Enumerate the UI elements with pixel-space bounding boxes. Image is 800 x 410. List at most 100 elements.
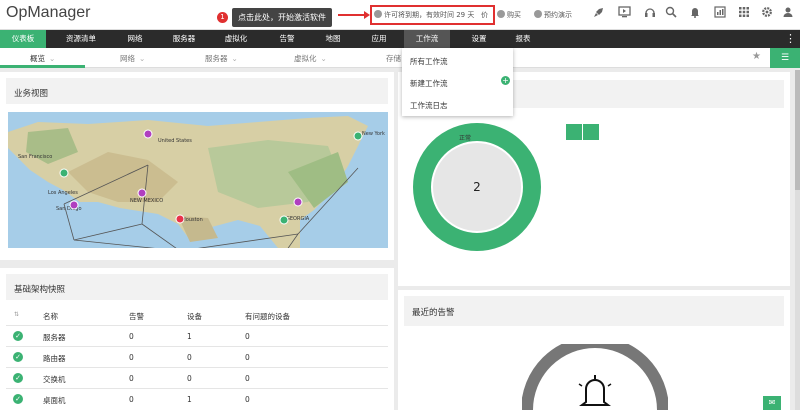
add-workflow-icon[interactable]: + [501, 76, 510, 85]
map-node-florida[interactable] [279, 215, 289, 225]
table-row[interactable]: ✓ 交换机 0 0 0 [6, 368, 388, 389]
alarm-bell-icon [578, 375, 612, 406]
cell-alarms: 0 [129, 395, 134, 404]
gear-icon[interactable] [759, 6, 775, 22]
infra-snapshot-title: 基础架构快照 [14, 285, 66, 295]
cell-alarms: 0 [129, 353, 134, 362]
star-icon[interactable]: ★ [752, 51, 761, 62]
business-view-panel: 业务视图 United States San Francisco Los Ang… [0, 72, 394, 260]
cell-name[interactable]: 服务器 [43, 332, 66, 343]
nav-more-icon[interactable]: ⋮ [785, 32, 796, 45]
status-legend-label: 正常 [459, 135, 472, 142]
subtab-overview[interactable]: 概览 ⌄ [30, 53, 55, 64]
buy-label: 购买 [507, 11, 521, 19]
cell-alarms: 0 [129, 374, 134, 383]
nav-alarms[interactable]: 告警 [270, 30, 304, 48]
cell-name[interactable]: 桌面机 [43, 395, 66, 406]
bell-icon[interactable] [687, 6, 703, 22]
recent-alarms-header: 最近的告警 [404, 296, 784, 326]
status-donut-chart[interactable]: 2 [410, 120, 544, 254]
chevron-down-icon: ⌄ [231, 54, 238, 63]
cell-problem: 0 [245, 332, 250, 341]
map-node-houston[interactable] [175, 214, 185, 224]
nav-dashboard[interactable]: 仪表板 [0, 30, 46, 48]
user-icon[interactable] [780, 6, 796, 22]
map-node-new-york[interactable] [353, 131, 363, 141]
menu-item-new-workflow[interactable]: 新建工作流 [410, 78, 448, 89]
customize-widgets-icon[interactable]: ☰ [770, 48, 800, 68]
col-header-name[interactable]: 名称 [43, 311, 58, 322]
nav-network[interactable]: 网络 [118, 30, 152, 48]
table-row[interactable]: ✓ 服务器 0 1 0 [6, 326, 388, 347]
page-scrollbar-thumb[interactable] [795, 70, 800, 190]
cell-problem: 0 [245, 353, 250, 362]
cell-devices: 1 [187, 332, 192, 341]
license-expiry-link[interactable]: 许可将到期，有效时间 29 天 [384, 10, 474, 20]
chevron-down-icon: ⌄ [49, 54, 56, 63]
subtab-network[interactable]: 网络 ⌄ [120, 53, 145, 64]
map-node-new-mexico[interactable] [137, 188, 147, 198]
col-header-problem-devices[interactable]: 有问题的设备 [245, 311, 290, 322]
recent-alarms-title: 最近的告警 [412, 308, 455, 318]
chevron-down-icon: ⌄ [320, 54, 327, 63]
subtab-servers[interactable]: 服务器 ⌄ [205, 53, 238, 64]
app-logo[interactable]: OpManager [6, 4, 91, 22]
sub-nav: 概览 ⌄ 网络 ⌄ 服务器 ⌄ 虚拟化 ⌄ 存储 [0, 48, 800, 68]
headset-icon[interactable] [642, 6, 658, 22]
map-node-atlanta[interactable] [293, 197, 303, 207]
subtab-network-label: 网络 [120, 54, 135, 63]
demo-link[interactable]: 预约演示 [534, 10, 572, 20]
cell-name[interactable]: 路由器 [43, 353, 66, 364]
nav-workflow[interactable]: 工作流 [404, 30, 450, 48]
cell-name[interactable]: 交换机 [43, 374, 66, 385]
subtab-storage[interactable]: 存储 [386, 53, 401, 64]
ok-status-icon: ✓ [13, 352, 23, 362]
subtab-active-indicator [0, 65, 85, 68]
tooltip-arrow-icon [338, 11, 370, 19]
monitor-icon[interactable] [616, 6, 632, 22]
activation-tooltip[interactable]: 点击此处，开始激活软件 [232, 8, 332, 27]
map-node-denver[interactable] [143, 129, 153, 139]
step-badge: 1 [217, 12, 228, 23]
cell-alarms: 0 [129, 332, 134, 341]
infra-snapshot-header: 基础架构快照 [6, 274, 388, 300]
col-header-alarms[interactable]: 告警 [129, 311, 144, 322]
buy-link[interactable]: 购买 [497, 10, 521, 20]
menu-item-all-workflows[interactable]: 所有工作流 [410, 56, 448, 67]
chat-icon[interactable]: ✉ [763, 396, 781, 410]
search-icon[interactable] [663, 6, 679, 22]
rocket-icon[interactable] [591, 6, 607, 22]
table-row[interactable]: ✓ 路由器 0 0 0 [6, 347, 388, 368]
subtab-virtualization[interactable]: 虚拟化 ⌄ [294, 53, 327, 64]
nav-apps[interactable]: 应用 [362, 30, 396, 48]
status-center-value: 2 [473, 180, 481, 194]
map-node-los-angeles[interactable] [59, 168, 69, 178]
nav-inventory[interactable]: 资源清单 [55, 30, 107, 48]
nav-maps[interactable]: 地图 [316, 30, 350, 48]
table-header-row: ⇅ 名称 告警 设备 有问题的设备 [6, 305, 388, 326]
cart-icon [497, 10, 505, 18]
dashboard-icon[interactable] [712, 6, 728, 22]
nav-settings[interactable]: 设置 [462, 30, 496, 48]
map-nodes-layer [59, 129, 363, 225]
cell-devices: 0 [187, 353, 192, 362]
nav-virtualization[interactable]: 虚拟化 [215, 30, 257, 48]
recent-alarms-panel: 最近的告警 [398, 290, 790, 410]
sort-icon[interactable]: ⇅ [14, 311, 19, 318]
subtab-storage-label: 存储 [386, 54, 401, 63]
subtab-virtualization-label: 虚拟化 [294, 54, 317, 63]
nav-servers[interactable]: 服务器 [163, 30, 205, 48]
table-row[interactable]: ✓ 桌面机 0 1 0 [6, 389, 388, 410]
map-node-san-diego[interactable] [69, 200, 79, 210]
status-tile-1[interactable] [566, 124, 582, 140]
status-tile-2[interactable] [583, 124, 599, 140]
apps-grid-icon[interactable] [736, 6, 752, 22]
menu-item-workflow-logs[interactable]: 工作流日志 [410, 100, 448, 111]
col-header-devices[interactable]: 设备 [187, 311, 202, 322]
clock-icon [374, 10, 382, 18]
price-link[interactable]: 价 [481, 10, 488, 20]
subtab-overview-label: 概览 [30, 54, 45, 63]
price-label: 价 [481, 11, 488, 19]
nav-reports[interactable]: 报表 [506, 30, 540, 48]
cell-devices: 1 [187, 395, 192, 404]
